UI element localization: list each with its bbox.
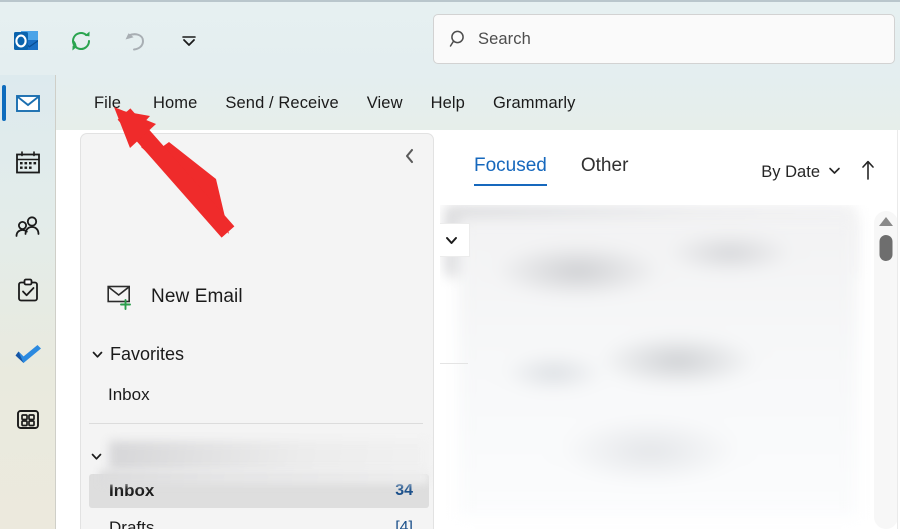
checkmark-icon [15, 345, 41, 363]
rail-item-people[interactable] [0, 199, 56, 255]
new-email-icon [107, 285, 131, 310]
outlook-logo-svg [14, 31, 38, 50]
favorites-header[interactable]: Favorites [89, 344, 184, 365]
clipboard-check-icon [18, 278, 38, 302]
outlook-window: Search File Home Send / Receive View Hel… [0, 0, 900, 529]
chevron-down-svg [91, 453, 102, 460]
quick-access-toolbar [10, 20, 206, 62]
app-rail [0, 75, 56, 529]
message-list-body[interactable] [440, 205, 900, 529]
folder-count: [4] [395, 519, 413, 529]
ribbon-tab-bar: File Home Send / Receive View Help Gramm… [0, 82, 589, 124]
search-icon [449, 29, 469, 49]
calendar-icon [16, 151, 40, 174]
chevron-left-icon [405, 148, 413, 164]
folder-label: Drafts [109, 518, 155, 529]
new-email-label: New Email [151, 286, 243, 307]
chevron-down-svg [92, 351, 102, 358]
undo-icon[interactable] [118, 24, 152, 58]
tab-send-receive[interactable]: Send / Receive [211, 90, 352, 117]
message-list-content-redacted[interactable] [458, 217, 858, 517]
tab-view[interactable]: View [353, 90, 417, 117]
rail-item-calendar[interactable] [0, 135, 56, 191]
tab-home[interactable]: Home [139, 90, 211, 117]
scroll-up-button[interactable] [879, 217, 893, 226]
outlook-logo-icon [10, 24, 44, 58]
folder-pane: New Email Favorites Inbox Inbox 34 Draft… [80, 133, 434, 529]
new-email-button[interactable]: New Email [107, 284, 243, 310]
refresh-svg [72, 31, 90, 51]
search-svg [449, 30, 464, 47]
favorite-item-inbox[interactable]: Inbox [108, 385, 150, 405]
sort-by-label: By Date [761, 163, 820, 181]
tab-grammarly[interactable]: Grammarly [479, 90, 589, 117]
grid-apps-icon [17, 410, 39, 429]
folder-label: Inbox [109, 481, 155, 500]
rail-item-mail[interactable] [0, 75, 56, 131]
account-header[interactable] [89, 440, 429, 472]
tab-file[interactable]: File [94, 90, 139, 117]
chevron-double-down-svg [182, 36, 196, 46]
chevron-down-icon [445, 236, 457, 244]
chevron-down-icon [89, 347, 105, 363]
search-placeholder: Search [478, 29, 531, 48]
rail-item-tasks[interactable] [0, 263, 56, 319]
collapse-folder-pane-button[interactable] [399, 146, 419, 166]
tab-focused[interactable]: Focused [474, 155, 547, 186]
scrollbar-thumb[interactable] [879, 235, 893, 261]
collapse-group-button[interactable] [440, 223, 470, 257]
folder-pane-divider [89, 423, 423, 424]
tab-other[interactable]: Other [581, 155, 629, 186]
message-list-pane: Focused Other By Date [440, 133, 900, 529]
search-input[interactable]: Search [433, 14, 895, 64]
chevron-double-down-icon[interactable] [172, 24, 206, 58]
favorites-label: Favorites [110, 344, 185, 364]
folder-item-inbox[interactable]: Inbox 34 [89, 474, 429, 508]
rail-item-todo[interactable] [0, 327, 56, 383]
sort-direction-button[interactable] [860, 159, 876, 186]
sort-controls: By Date [761, 159, 876, 186]
chevron-down-svg [829, 167, 840, 174]
refresh-icon[interactable] [64, 24, 98, 58]
arrow-up-icon [862, 160, 874, 180]
message-list-scrollbar[interactable] [874, 211, 898, 529]
envelope-icon [16, 95, 40, 112]
title-bar: Search File Home Send / Receive View Hel… [0, 0, 900, 130]
tab-help[interactable]: Help [417, 90, 479, 117]
account-name-redacted [109, 441, 429, 471]
rail-item-more-apps[interactable] [0, 391, 56, 447]
sort-by-dropdown[interactable]: By Date [761, 163, 842, 183]
folder-count: 34 [395, 482, 413, 499]
message-filter-tabs: Focused Other [440, 155, 628, 186]
undo-svg [125, 33, 145, 51]
chevron-down-icon [89, 448, 104, 464]
folder-item-drafts[interactable]: Drafts [4] [89, 511, 429, 529]
chevron-down-icon [827, 163, 842, 183]
rail-selection-indicator [2, 85, 6, 121]
message-row-divider [440, 363, 468, 364]
people-icon [15, 216, 40, 237]
